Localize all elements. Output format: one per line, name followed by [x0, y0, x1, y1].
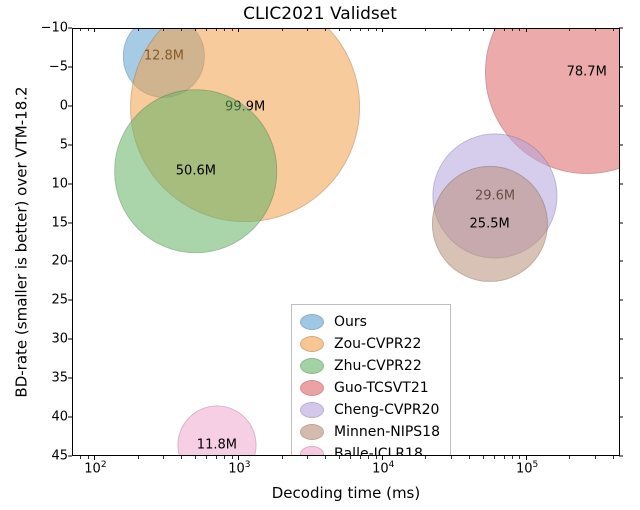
- legend-label: Zou-CVPR22: [334, 336, 421, 352]
- legend-item: Zhu-CVPR22: [300, 355, 440, 377]
- legend-label: Minnen-NIPS18: [334, 424, 440, 440]
- bubble-chart: CLIC2021 Validset BD-rate (smaller is be…: [0, 0, 640, 510]
- legend-label: Guo-TCSVT21: [334, 380, 429, 396]
- y-tick-label: 15: [8, 215, 68, 230]
- y-axis-label: BD-rate (smaller is better) over VTM-18.…: [12, 28, 32, 456]
- x-axis-label: Decoding time (ms): [72, 484, 620, 502]
- plot-area: 12.8M99.9M50.6M78.7M29.6M25.5M11.8MOursZ…: [72, 28, 620, 456]
- bubble-label: 78.7M: [567, 64, 607, 79]
- legend-label: Balle-ICLR18: [334, 446, 423, 456]
- legend-label: Ours: [334, 314, 367, 330]
- y-tick-label: 40: [8, 410, 68, 425]
- y-tick-label: 20: [8, 254, 68, 269]
- legend-swatch: [300, 402, 324, 418]
- y-tick-label: −10: [8, 21, 68, 36]
- y-tick-label: 0: [8, 98, 68, 113]
- y-tick-label: 5: [8, 137, 68, 152]
- legend-item: Cheng-CVPR20: [300, 399, 440, 421]
- x-tick-label: 103: [228, 460, 250, 476]
- legend-item: Balle-ICLR18: [300, 443, 440, 456]
- y-tick-label: 10: [8, 176, 68, 191]
- legend-swatch: [300, 336, 324, 352]
- legend: Ours Zou-CVPR22 Zhu-CVPR22 Guo-TCSVT21 Cheng…: [291, 304, 451, 456]
- legend-swatch: [300, 314, 324, 330]
- y-tick-label: 45: [8, 449, 68, 464]
- bubble-label: 50.6M: [176, 164, 216, 179]
- legend-swatch: [300, 424, 324, 440]
- legend-swatch: [300, 358, 324, 374]
- legend-item: Ours: [300, 311, 440, 333]
- legend-label: Zhu-CVPR22: [334, 358, 422, 374]
- legend-label: Cheng-CVPR20: [334, 402, 439, 418]
- y-tick-label: 30: [8, 332, 68, 347]
- legend-item: Guo-TCSVT21: [300, 377, 440, 399]
- chart-title: CLIC2021 Validset: [0, 4, 640, 24]
- bubble-label: 25.5M: [470, 216, 510, 231]
- x-tick-label: 102: [84, 460, 106, 476]
- legend-item: Zou-CVPR22: [300, 333, 440, 355]
- legend-item: Minnen-NIPS18: [300, 421, 440, 443]
- y-tick-label: 25: [8, 293, 68, 308]
- x-tick-label: 105: [516, 460, 538, 476]
- bubble-label: 11.8M: [197, 438, 237, 453]
- x-tick-label: 104: [372, 460, 394, 476]
- legend-swatch: [300, 446, 324, 456]
- y-tick-label: 35: [8, 371, 68, 386]
- y-tick-label: −5: [8, 59, 68, 74]
- legend-swatch: [300, 380, 324, 396]
